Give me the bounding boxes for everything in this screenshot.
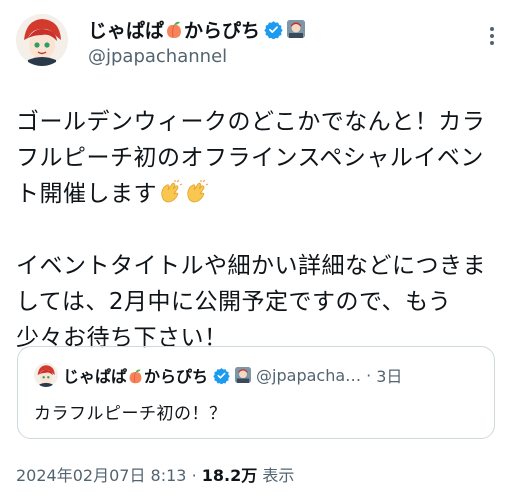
display-name-text-1: じゃぱぱ	[88, 19, 165, 42]
tweet-paragraph-1: ゴールデンウィークのどこかでなんと！カラフルピーチ初のオフラインスペシャルイベン…	[16, 104, 498, 212]
quoted-time: 3日	[376, 367, 403, 386]
display-name-text-2: からぴち	[184, 19, 261, 42]
author-name-row[interactable]: じゃぱぱ からぴち	[88, 16, 306, 43]
quoted-name-text-2: からぴち	[144, 367, 209, 386]
quoted-author-display-name: じゃぱぱ からぴち	[63, 363, 208, 387]
quoted-name-text-1: じゃぱぱ	[63, 367, 128, 386]
clapping-hands-emoji-icon	[187, 179, 209, 203]
affiliate-badge-icon[interactable]	[287, 20, 306, 38]
dot-icon	[490, 41, 494, 45]
verified-badge-icon	[264, 20, 283, 39]
quoted-separator: ·	[366, 365, 372, 385]
more-options-icon[interactable]	[480, 24, 504, 48]
quoted-tweet-header: じゃぱぱ からぴち @jpapacha… · 3日	[34, 363, 402, 387]
quoted-tweet-text: カラフルピーチ初の！？	[34, 404, 227, 424]
tweet-footer: 2024年02月07日 8:13 · 18.2万 表示	[16, 462, 294, 486]
dot-icon	[490, 34, 494, 38]
peach-emoji-icon	[167, 21, 182, 38]
tweet-timestamp[interactable]: 2024年02月07日 8:13	[16, 466, 186, 485]
quoted-tweet-card[interactable]: じゃぱぱ からぴち @jpapacha… · 3日 カラフルピーチ初の！？	[17, 346, 495, 439]
dot-icon	[490, 27, 494, 31]
affiliate-badge-icon	[235, 367, 252, 383]
tweet-text: ゴールデンウィークのどこかでなんと！カラフルピーチ初のオフラインスペシャルイベン…	[16, 104, 498, 356]
quoted-author-handle: @jpapacha…	[256, 365, 362, 385]
verified-badge-icon	[213, 367, 230, 384]
peach-emoji-icon	[129, 369, 142, 384]
tweet-header: じゃぱぱ からぴち @jpapachannel	[0, 0, 512, 80]
footer-separator: ·	[191, 466, 197, 485]
views-label: 表示	[262, 466, 295, 485]
clapping-hands-emoji-icon	[161, 179, 183, 203]
tweet-paragraph-1-text: ゴールデンウィークのどこかでなんと！カラフルピーチ初のオフラインスペシャルイベン…	[16, 109, 486, 207]
quoted-author-avatar	[34, 363, 58, 387]
author-avatar[interactable]	[16, 14, 68, 66]
views-count: 18.2万	[201, 466, 258, 485]
tweet-paragraph-2: イベントタイトルや細かい詳細などにつきましては、2月中に公開予定ですので、もう少…	[16, 253, 486, 351]
author-handle[interactable]: @jpapachannel	[88, 46, 227, 67]
author-display-name[interactable]: じゃぱぱ からぴち	[88, 16, 260, 43]
